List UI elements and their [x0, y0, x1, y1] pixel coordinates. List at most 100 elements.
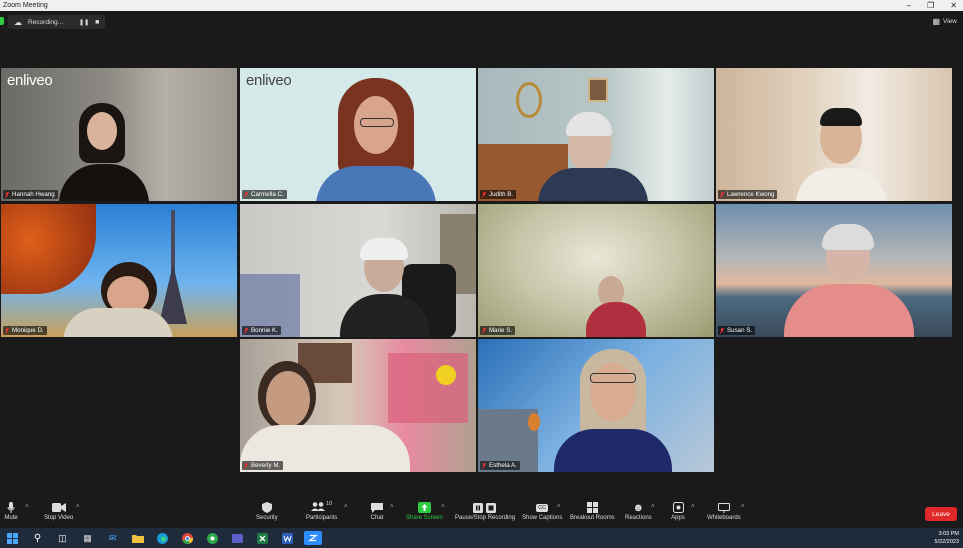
chat-button[interactable]: Chat [370, 501, 384, 521]
reactions-button[interactable]: ☻ Reactions [625, 501, 652, 522]
whiteboards-button[interactable]: Whiteboards [707, 501, 741, 521]
pause-recording-icon[interactable]: ❚❚ [79, 19, 89, 26]
video-tile[interactable]: enliveo Hannah Hwang [1, 68, 237, 201]
breakout-label: Breakout Rooms [570, 515, 615, 521]
stop-recording-icon[interactable]: ■ [95, 19, 99, 26]
muted-mic-icon [243, 191, 249, 198]
video-tile[interactable]: Susan S. [716, 204, 952, 337]
video-tile[interactable]: Bonnie K. [240, 204, 476, 337]
video-tile[interactable]: enliveo Carmella C. [240, 68, 476, 201]
video-tile[interactable]: Marie S. [478, 204, 714, 337]
chrome-browser-icon[interactable] [179, 531, 197, 545]
video-tile[interactable]: Esthela A. [478, 339, 714, 472]
edge-browser-icon[interactable] [154, 531, 172, 545]
participants-label: Participants [306, 515, 338, 521]
muted-mic-icon [4, 327, 10, 334]
minimize-icon[interactable]: – [907, 1, 911, 10]
chrome-profile-icon[interactable] [204, 531, 222, 545]
chat-bubble-icon [370, 501, 384, 514]
mail-icon[interactable]: ✉ [104, 531, 122, 545]
participant-name: Lawrence Kwong [727, 191, 775, 198]
security-indicator-icon[interactable] [0, 17, 4, 25]
search-icon[interactable]: ⚲ [29, 531, 47, 545]
video-tile[interactable]: Judith B. [478, 68, 714, 201]
apps-label: Apps [671, 515, 685, 521]
participant-name: Hannah Hwang [12, 191, 55, 198]
security-label: Security [256, 515, 278, 521]
reactions-label: Reactions [625, 515, 652, 521]
video-tile[interactable]: Beverly M. [240, 339, 476, 472]
participant-name: Bonnie K. [251, 327, 278, 334]
participant-name-tag: Monique D. [3, 326, 47, 335]
audio-options-chevron-icon[interactable]: ˄ [25, 504, 29, 510]
apps-chevron-icon[interactable]: ˄ [691, 504, 695, 510]
muted-mic-icon [481, 462, 487, 469]
close-icon[interactable]: ✕ [950, 1, 957, 10]
participant-name-tag: Carmella C. [242, 190, 287, 199]
reactions-chevron-icon[interactable]: ˄ [651, 504, 655, 510]
participant-name-tag: Susan S. [718, 326, 756, 335]
pause-stop-icon [472, 501, 498, 514]
restore-icon[interactable]: ❐ [927, 1, 934, 10]
enliveo-logo: enliveo [7, 72, 53, 89]
participant-name-tag: Judith B. [480, 190, 517, 199]
clock-time: 3:03 PM [938, 531, 959, 537]
excel-icon[interactable] [254, 531, 272, 545]
recording-indicator: ☁ Recording... ❚❚ ■ [8, 15, 106, 29]
file-explorer-icon[interactable] [129, 531, 147, 545]
video-options-chevron-icon[interactable]: ˄ [76, 504, 80, 510]
muted-mic-icon [481, 327, 487, 334]
leave-button[interactable]: Leave [925, 507, 957, 521]
share-screen-icon [417, 501, 431, 514]
participants-chevron-icon[interactable]: ˄ [344, 504, 348, 510]
participant-name-tag: Hannah Hwang [3, 190, 58, 199]
apps-icon [671, 501, 685, 514]
pause-stop-recording-button[interactable]: Pause/Stop Recording [455, 501, 515, 521]
word-icon[interactable] [279, 531, 297, 545]
participant-name: Susan S. [727, 327, 753, 334]
muted-mic-icon [4, 191, 10, 198]
breakout-grid-icon [585, 501, 599, 514]
closed-captions-icon: CC [535, 501, 549, 514]
video-tile-active-speaker[interactable]: Lawrence Kwong [716, 68, 952, 201]
participant-name: Carmella C. [251, 191, 284, 198]
apps-button[interactable]: Apps [671, 501, 685, 521]
video-camera-icon [51, 501, 66, 514]
participant-name: Marie S. [489, 327, 513, 334]
task-view-icon[interactable]: ◫ [54, 531, 72, 545]
share-screen-label: Share Screen [406, 515, 443, 521]
participant-name-tag: Marie S. [480, 326, 516, 335]
view-label: View [943, 18, 957, 25]
security-button[interactable]: Security [256, 501, 278, 521]
teams-icon[interactable] [229, 531, 247, 545]
participant-name: Monique D. [12, 327, 44, 334]
share-chevron-icon[interactable]: ˄ [441, 504, 445, 510]
whiteboards-chevron-icon[interactable]: ˄ [741, 504, 745, 510]
stop-video-button[interactable]: Stop Video [44, 501, 73, 521]
system-clock[interactable]: 3:03 PM 5/22/2023 [935, 530, 959, 546]
muted-mic-icon [719, 327, 725, 334]
participant-name-tag: Bonnie K. [242, 326, 281, 335]
recording-label: Recording... [28, 18, 64, 26]
grid-icon: ▦ [932, 17, 941, 26]
meeting-toolbar: Mute ˄ Stop Video ˄ Security 10 Particip… [0, 499, 963, 528]
mute-button[interactable]: Mute [4, 501, 18, 521]
participant-name-tag: Lawrence Kwong [718, 190, 778, 199]
chat-chevron-icon[interactable]: ˄ [390, 504, 394, 510]
zoom-app-icon[interactable] [303, 531, 322, 545]
video-gallery: ☁ Recording... ❚❚ ■ ▦ View enliveo Hanna… [0, 11, 963, 499]
video-tile[interactable]: Monique D. [1, 204, 237, 337]
pause-recording-label: Pause/Stop Recording [455, 515, 516, 521]
breakout-rooms-button[interactable]: Breakout Rooms [570, 501, 615, 521]
share-screen-button[interactable]: Share Screen [406, 501, 443, 521]
windows-start-icon[interactable] [4, 531, 22, 545]
calendar-app-icon[interactable]: ▦ [79, 531, 97, 545]
windows-taskbar: ⚲ ◫ ▦ ✉ 3:03 PM 5/22/2023 [0, 528, 963, 548]
participants-button[interactable]: 10 Participants [306, 501, 337, 521]
captions-chevron-icon[interactable]: ˄ [557, 504, 561, 510]
participant-name-tag: Beverly M. [242, 461, 284, 470]
view-button[interactable]: ▦ View [932, 17, 957, 26]
whiteboard-icon [717, 501, 731, 514]
muted-mic-icon [481, 191, 487, 198]
participant-name: Judith B. [489, 191, 514, 198]
